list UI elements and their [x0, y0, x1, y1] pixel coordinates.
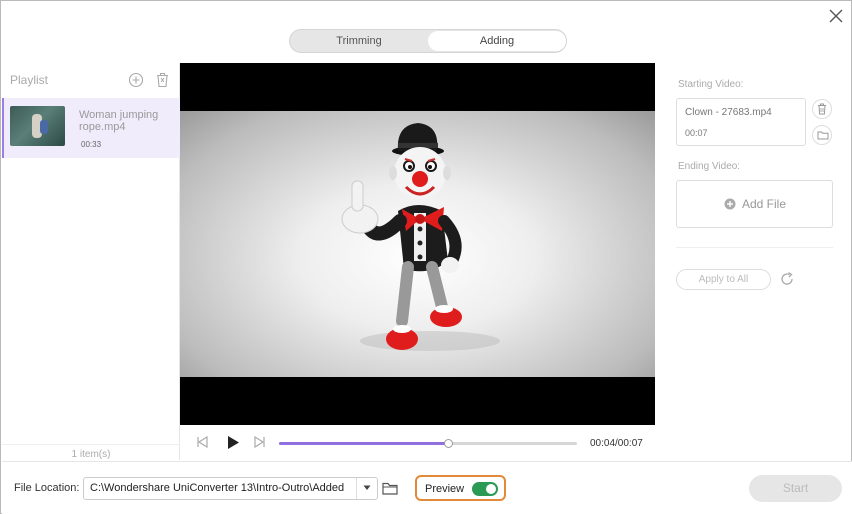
playlist-title: Playlist: [10, 73, 49, 87]
chevron-down-icon: [363, 485, 371, 490]
folder-icon[interactable]: [382, 482, 398, 495]
folder-icon: [817, 131, 829, 140]
clown-figure: [341, 123, 500, 351]
starting-video-slot[interactable]: Clown - 27683.mp4 00:07: [676, 98, 806, 146]
divider: [676, 247, 833, 248]
trash-icon[interactable]: [155, 72, 170, 88]
seek-bar[interactable]: [279, 439, 577, 448]
seek-handle[interactable]: [443, 439, 453, 448]
add-icon[interactable]: [128, 72, 144, 88]
close-icon[interactable]: [827, 7, 845, 25]
preview-label: Preview: [425, 483, 465, 495]
ending-video-label: Ending Video:: [678, 161, 741, 172]
mode-switch: Trimming Adding: [289, 29, 567, 53]
file-location-field[interactable]: C:\Wondershare UniConverter 13\Intro-Out…: [83, 477, 378, 500]
ending-video-slot[interactable]: Add File: [676, 180, 833, 228]
start-button[interactable]: Start: [749, 475, 842, 502]
play-icon[interactable]: [226, 435, 240, 450]
playlist-item[interactable]: Woman jumping rope.mp4 00:33: [2, 98, 180, 158]
trash-icon: [818, 103, 826, 115]
playlist-item-duration: 00:33: [81, 140, 102, 149]
seek-bar-progress: [279, 442, 449, 445]
refresh-icon[interactable]: [779, 271, 795, 287]
app-window: Trimming Adding Playlist Woman jumping r…: [0, 0, 852, 514]
add-file-label: Add File: [742, 197, 787, 211]
starting-video-name: Clown - 27683.mp4: [685, 107, 772, 118]
preview-toggle[interactable]: [472, 482, 498, 496]
tab-trimming[interactable]: Trimming: [291, 31, 427, 51]
toggle-knob: [486, 484, 496, 494]
bottom-bar: File Location: C:\Wondershare UniConvert…: [2, 461, 852, 514]
delete-starting-video-button[interactable]: [812, 99, 832, 119]
video-thumbnail: [10, 106, 65, 146]
file-location-dropdown[interactable]: [356, 478, 376, 499]
preview-control: Preview: [415, 475, 506, 501]
time-display: 00:04/00:07: [590, 438, 643, 449]
previous-frame-icon[interactable]: [196, 436, 210, 448]
browse-starting-video-button[interactable]: [812, 125, 832, 145]
plus-circle-icon: [724, 198, 736, 210]
file-location-label: File Location:: [14, 482, 80, 494]
tab-adding[interactable]: Adding: [428, 31, 566, 51]
starting-video-label: Starting Video:: [678, 79, 744, 90]
next-frame-icon[interactable]: [252, 436, 266, 448]
starting-video-duration: 00:07: [685, 128, 708, 138]
apply-to-all-button[interactable]: Apply to All: [676, 269, 771, 290]
playlist-panel: Playlist Woman jumping rope.mp4 00:33 1 …: [2, 63, 180, 460]
item-count: 1 item(s): [2, 444, 180, 460]
playlist-item-name: Woman jumping rope.mp4: [79, 109, 159, 133]
video-frame: [180, 111, 655, 377]
video-preview[interactable]: [180, 63, 655, 425]
